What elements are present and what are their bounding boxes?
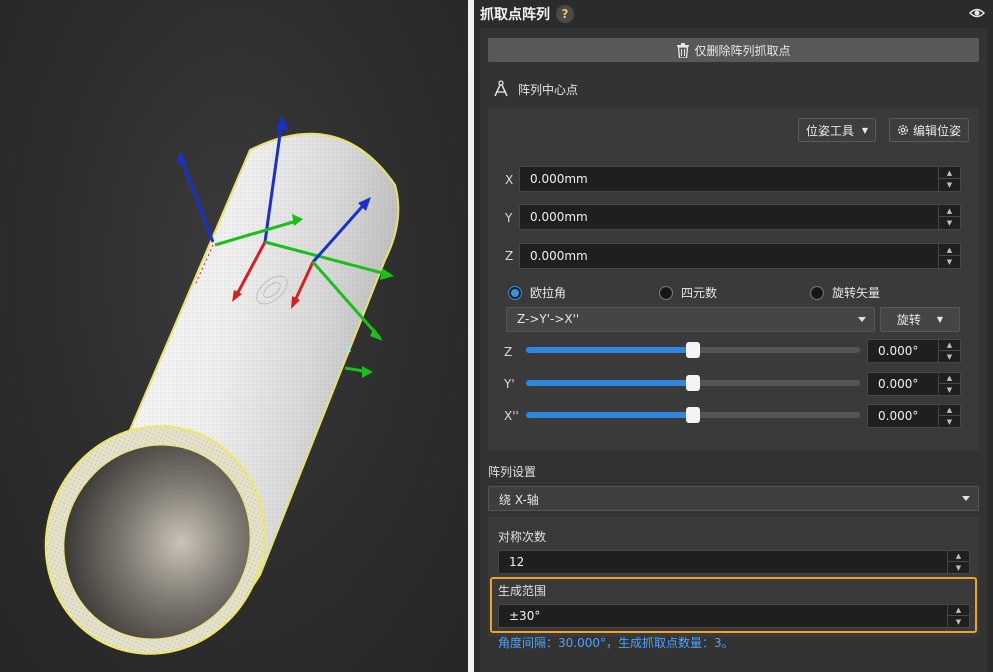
increment-icon[interactable]: ▲	[948, 605, 969, 616]
eye-icon[interactable]	[969, 6, 985, 20]
radio-quaternion[interactable]: 四元数	[659, 284, 717, 301]
y-position-input[interactable]: 0.000mm ▲ ▼	[519, 204, 961, 230]
edit-pose-button[interactable]: 编辑位姿	[889, 118, 969, 142]
decrement-icon[interactable]: ▼	[948, 616, 969, 627]
z-value: 0.000mm	[530, 249, 588, 263]
radio-euler[interactable]: 欧拉角	[508, 284, 566, 301]
y-label: Y	[505, 211, 513, 225]
help-icon[interactable]: ?	[556, 5, 574, 23]
decrement-icon[interactable]: ▼	[939, 256, 960, 268]
grasp-array-panel: 抓取点阵列 ? 仅删除阵列抓取点 阵列中心点 位姿工具 ▼ 编辑位姿 X 0.0…	[474, 0, 993, 672]
delete-array-grasp-points-button[interactable]: 仅删除阵列抓取点	[488, 38, 979, 62]
compass-frame-icon	[494, 80, 508, 97]
x-position-input[interactable]: 0.000mm ▲ ▼	[519, 166, 961, 192]
interval-info-text: 角度间隔：30.000°，生成抓取点数量：3。	[498, 636, 734, 650]
3d-viewport[interactable]	[0, 0, 468, 672]
euler-order-value: Z->Y'->X''	[517, 312, 580, 326]
slider-handle[interactable]	[686, 342, 700, 358]
radio-euler-label: 欧拉角	[530, 286, 567, 300]
x-label: X	[505, 173, 514, 187]
z-angle-value: 0.000°	[878, 344, 919, 358]
panel-header: 抓取点阵列 ?	[474, 0, 993, 28]
increment-icon[interactable]: ▲	[939, 405, 960, 416]
pose-tool-dropdown[interactable]: 位姿工具 ▼	[798, 118, 876, 142]
range-label: 生成范围	[498, 584, 547, 598]
increment-icon[interactable]: ▲	[939, 244, 960, 256]
gear-icon	[898, 125, 908, 135]
origin-marker	[344, 345, 373, 378]
y-angle-slider[interactable]	[526, 375, 860, 391]
range-input[interactable]: ±30° ▲ ▼	[498, 604, 970, 628]
x-angle-input[interactable]: 0.000° ▲ ▼	[867, 404, 961, 428]
array-axis-value: 绕 X-轴	[499, 493, 539, 507]
increment-icon[interactable]: ▲	[939, 373, 960, 384]
y-angle-value: 0.000°	[878, 377, 919, 391]
decrement-icon[interactable]: ▼	[939, 384, 960, 395]
chevron-down-icon	[962, 496, 970, 501]
increment-icon[interactable]: ▲	[939, 205, 960, 217]
euler-order-select[interactable]: Z->Y'->X''	[506, 307, 875, 332]
x-value: 0.000mm	[530, 172, 588, 186]
radio-indicator	[508, 285, 522, 300]
point-cloud-scene	[44, 115, 400, 655]
decrement-icon[interactable]: ▼	[939, 416, 960, 427]
y-value: 0.000mm	[530, 210, 588, 224]
trash-icon	[677, 42, 690, 58]
slider-fill	[526, 412, 693, 418]
increment-icon[interactable]: ▲	[939, 167, 960, 179]
slider-x-label: X''	[504, 409, 519, 423]
chevron-down-icon: ▼	[936, 315, 944, 324]
rotate-label: 旋转	[896, 313, 921, 327]
increment-icon[interactable]: ▲	[939, 340, 960, 351]
panel-title: 抓取点阵列	[480, 7, 550, 23]
slider-z-label: Z	[504, 345, 513, 359]
radio-indicator	[659, 285, 673, 300]
z-angle-slider[interactable]	[526, 342, 860, 358]
decrement-icon[interactable]: ▼	[939, 351, 960, 362]
array-center-label: 阵列中心点	[518, 82, 579, 97]
symmetry-count-value: 12	[509, 555, 525, 569]
y-angle-input[interactable]: 0.000° ▲ ▼	[867, 372, 961, 396]
radio-indicator	[810, 285, 824, 300]
range-value: ±30°	[509, 609, 541, 623]
slider-fill	[526, 380, 693, 386]
slider-handle[interactable]	[686, 375, 700, 391]
slider-handle[interactable]	[686, 407, 700, 423]
decrement-icon[interactable]: ▼	[948, 562, 969, 573]
symmetry-count-label: 对称次数	[498, 530, 547, 544]
array-axis-select[interactable]: 绕 X-轴	[488, 486, 979, 511]
symmetry-count-input[interactable]: 12 ▲ ▼	[498, 550, 970, 574]
delete-button-label: 仅删除阵列抓取点	[694, 43, 791, 58]
radio-rotation-vector-label: 旋转矢量	[832, 286, 881, 300]
radio-rotation-vector[interactable]: 旋转矢量	[810, 284, 880, 301]
x-angle-slider[interactable]	[526, 407, 860, 423]
chevron-down-icon: ▼	[861, 125, 869, 135]
rotate-dropdown[interactable]: 旋转 ▼	[880, 307, 960, 332]
edit-pose-label: 编辑位姿	[912, 123, 961, 138]
decrement-icon[interactable]: ▼	[939, 217, 960, 229]
array-center-group	[488, 108, 979, 450]
z-position-input[interactable]: 0.000mm ▲ ▼	[519, 243, 961, 269]
radio-quaternion-label: 四元数	[681, 286, 718, 300]
increment-icon[interactable]: ▲	[948, 551, 969, 562]
array-settings-label: 阵列设置	[488, 465, 537, 479]
z-label: Z	[505, 249, 514, 263]
z-angle-input[interactable]: 0.000° ▲ ▼	[867, 339, 961, 363]
decrement-icon[interactable]: ▼	[939, 179, 960, 191]
pose-tool-label: 位姿工具	[805, 123, 854, 138]
x-angle-value: 0.000°	[878, 409, 919, 423]
slider-fill	[526, 347, 693, 353]
chevron-down-icon	[858, 317, 866, 322]
slider-y-label: Y'	[504, 377, 515, 391]
array-center-header: 阵列中心点	[492, 78, 578, 100]
